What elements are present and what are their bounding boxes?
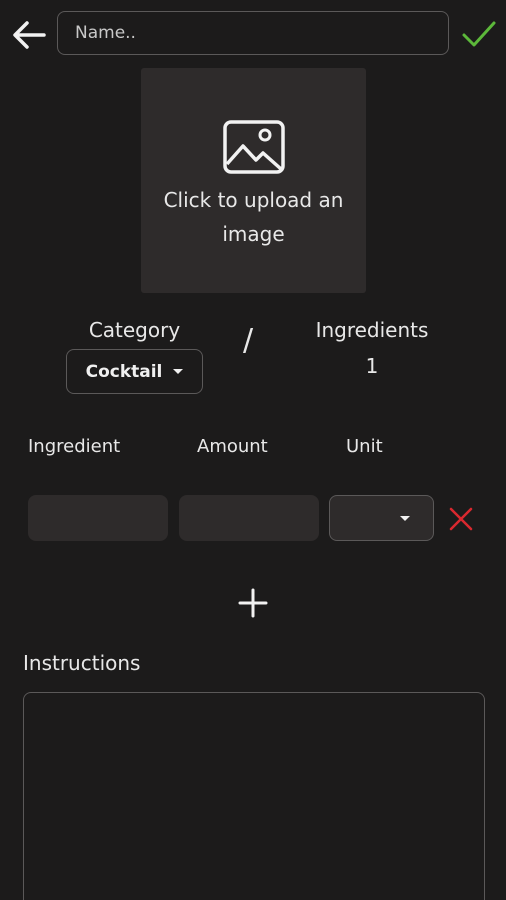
separator-slash: / bbox=[243, 323, 254, 358]
close-icon bbox=[449, 507, 473, 531]
back-button[interactable] bbox=[10, 17, 48, 53]
recipe-editor-screen: Click to upload an image Category Cockta… bbox=[0, 0, 506, 900]
recipe-name-input[interactable] bbox=[57, 11, 449, 55]
column-header-ingredient: Ingredient bbox=[28, 436, 121, 457]
unit-dropdown[interactable] bbox=[329, 495, 434, 541]
add-ingredient-button[interactable] bbox=[234, 584, 272, 622]
instructions-label: Instructions bbox=[23, 651, 141, 675]
arrow-left-icon bbox=[13, 21, 46, 49]
remove-ingredient-button[interactable] bbox=[446, 504, 476, 534]
instructions-textarea[interactable] bbox=[23, 692, 485, 900]
category-selected-value: Cocktail bbox=[85, 361, 163, 382]
chevron-down-icon bbox=[400, 516, 410, 521]
column-header-amount: Amount bbox=[197, 436, 268, 457]
image-icon bbox=[223, 120, 285, 174]
chevron-down-icon bbox=[173, 369, 184, 374]
column-header-unit: Unit bbox=[346, 436, 383, 457]
upload-hint-text: Click to upload an image bbox=[163, 188, 344, 246]
ingredient-amount-input[interactable] bbox=[179, 495, 319, 541]
ingredient-name-input[interactable] bbox=[28, 495, 168, 541]
category-label: Category bbox=[88, 318, 181, 342]
ingredients-count-value: 1 bbox=[365, 354, 379, 378]
ingredients-count-label: Ingredients bbox=[315, 318, 429, 342]
save-button[interactable] bbox=[460, 16, 498, 52]
checkmark-icon bbox=[462, 21, 496, 47]
image-upload-area[interactable]: Click to upload an image bbox=[141, 68, 366, 293]
plus-icon bbox=[238, 588, 268, 618]
category-dropdown[interactable]: Cocktail bbox=[66, 349, 203, 394]
